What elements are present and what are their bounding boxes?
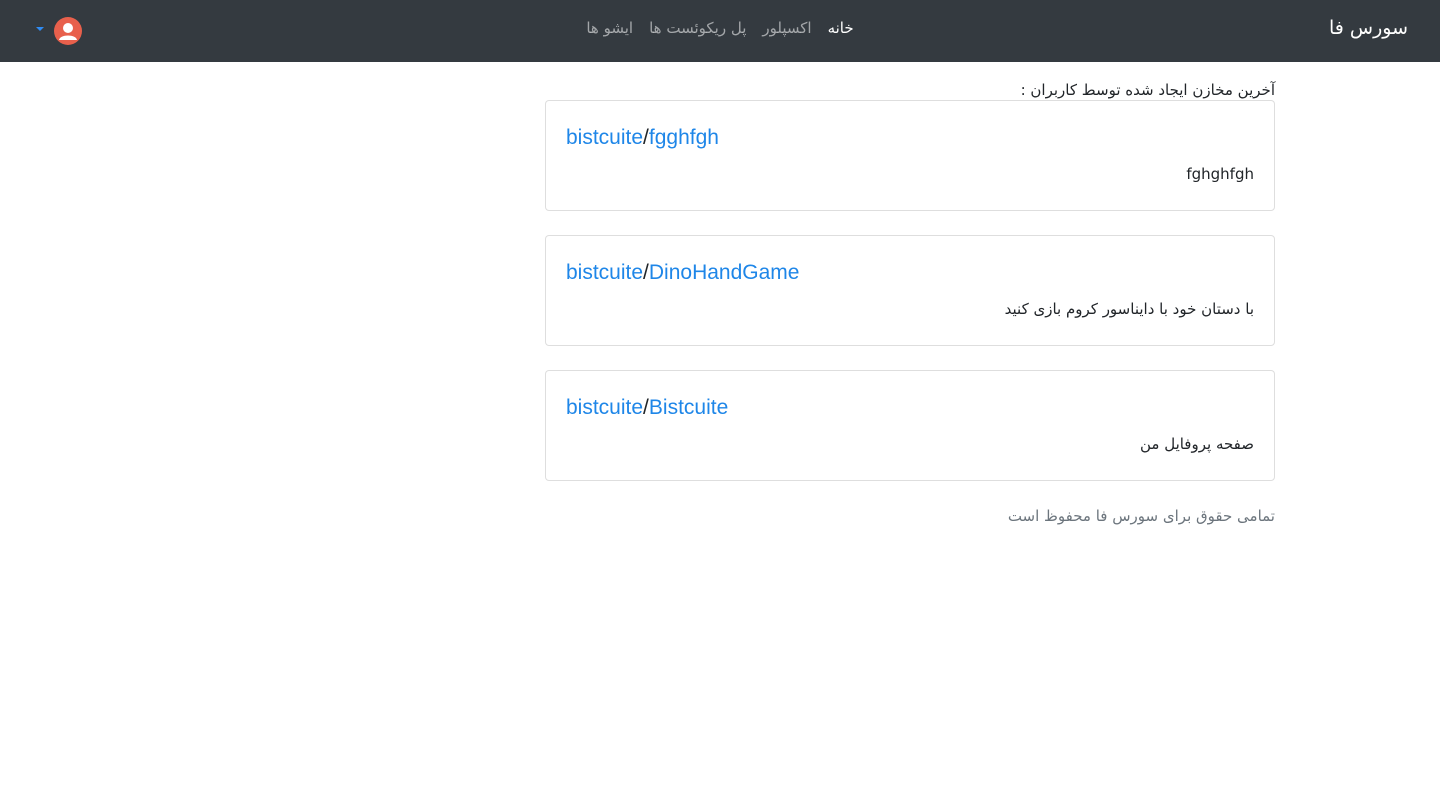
- repo-owner-link[interactable]: bistcuite: [566, 396, 643, 419]
- repo-card: bistcuite/Bistcuite صفحه پروفایل من: [545, 370, 1275, 481]
- nav-link-pull-requests[interactable]: پل ریکوئست ها: [649, 19, 746, 43]
- repo-title: bistcuite/Bistcuite: [566, 392, 1254, 424]
- nav-links: خانه اکسپلور پل ریکوئست ها ایشو ها: [0, 19, 1440, 43]
- repo-name-link[interactable]: fgghfgh: [649, 126, 719, 149]
- repo-owner-link[interactable]: bistcuite: [566, 261, 643, 284]
- user-avatar[interactable]: [54, 17, 82, 45]
- caret-down-icon[interactable]: [36, 27, 44, 31]
- nav-link-explore[interactable]: اکسپلور: [762, 19, 811, 43]
- nav-link-issues[interactable]: ایشو ها: [586, 19, 633, 43]
- navbar: سورس فا خانه اکسپلور پل ریکوئست ها ایشو …: [0, 0, 1440, 62]
- repo-description: با دستان خود با دایناسور کروم بازی کنید: [1004, 300, 1254, 318]
- repo-card: bistcuite/DinoHandGame با دستان خود با د…: [545, 235, 1275, 346]
- repo-name-link[interactable]: Bistcuite: [649, 396, 728, 419]
- repo-owner-link[interactable]: bistcuite: [566, 126, 643, 149]
- footer-copyright: تمامی حقوق برای سورس فا محفوظ است: [1007, 507, 1275, 525]
- repo-card: bistcuite/fgghfgh fghghfgh: [545, 100, 1275, 211]
- section-title: آخرین مخازن ایجاد شده توسط کاربران :: [1020, 81, 1275, 99]
- user-icon: [59, 23, 77, 40]
- repo-description: fghghfgh: [1186, 165, 1254, 183]
- repo-title: bistcuite/fgghfgh: [566, 122, 1254, 154]
- repo-title: bistcuite/DinoHandGame: [566, 257, 1254, 289]
- main-content: آخرین مخازن ایجاد شده توسط کاربران : bis…: [545, 62, 1275, 525]
- nav-link-home[interactable]: خانه: [828, 19, 854, 43]
- repo-description: صفحه پروفایل من: [1139, 435, 1254, 453]
- repo-name-link[interactable]: DinoHandGame: [649, 261, 800, 284]
